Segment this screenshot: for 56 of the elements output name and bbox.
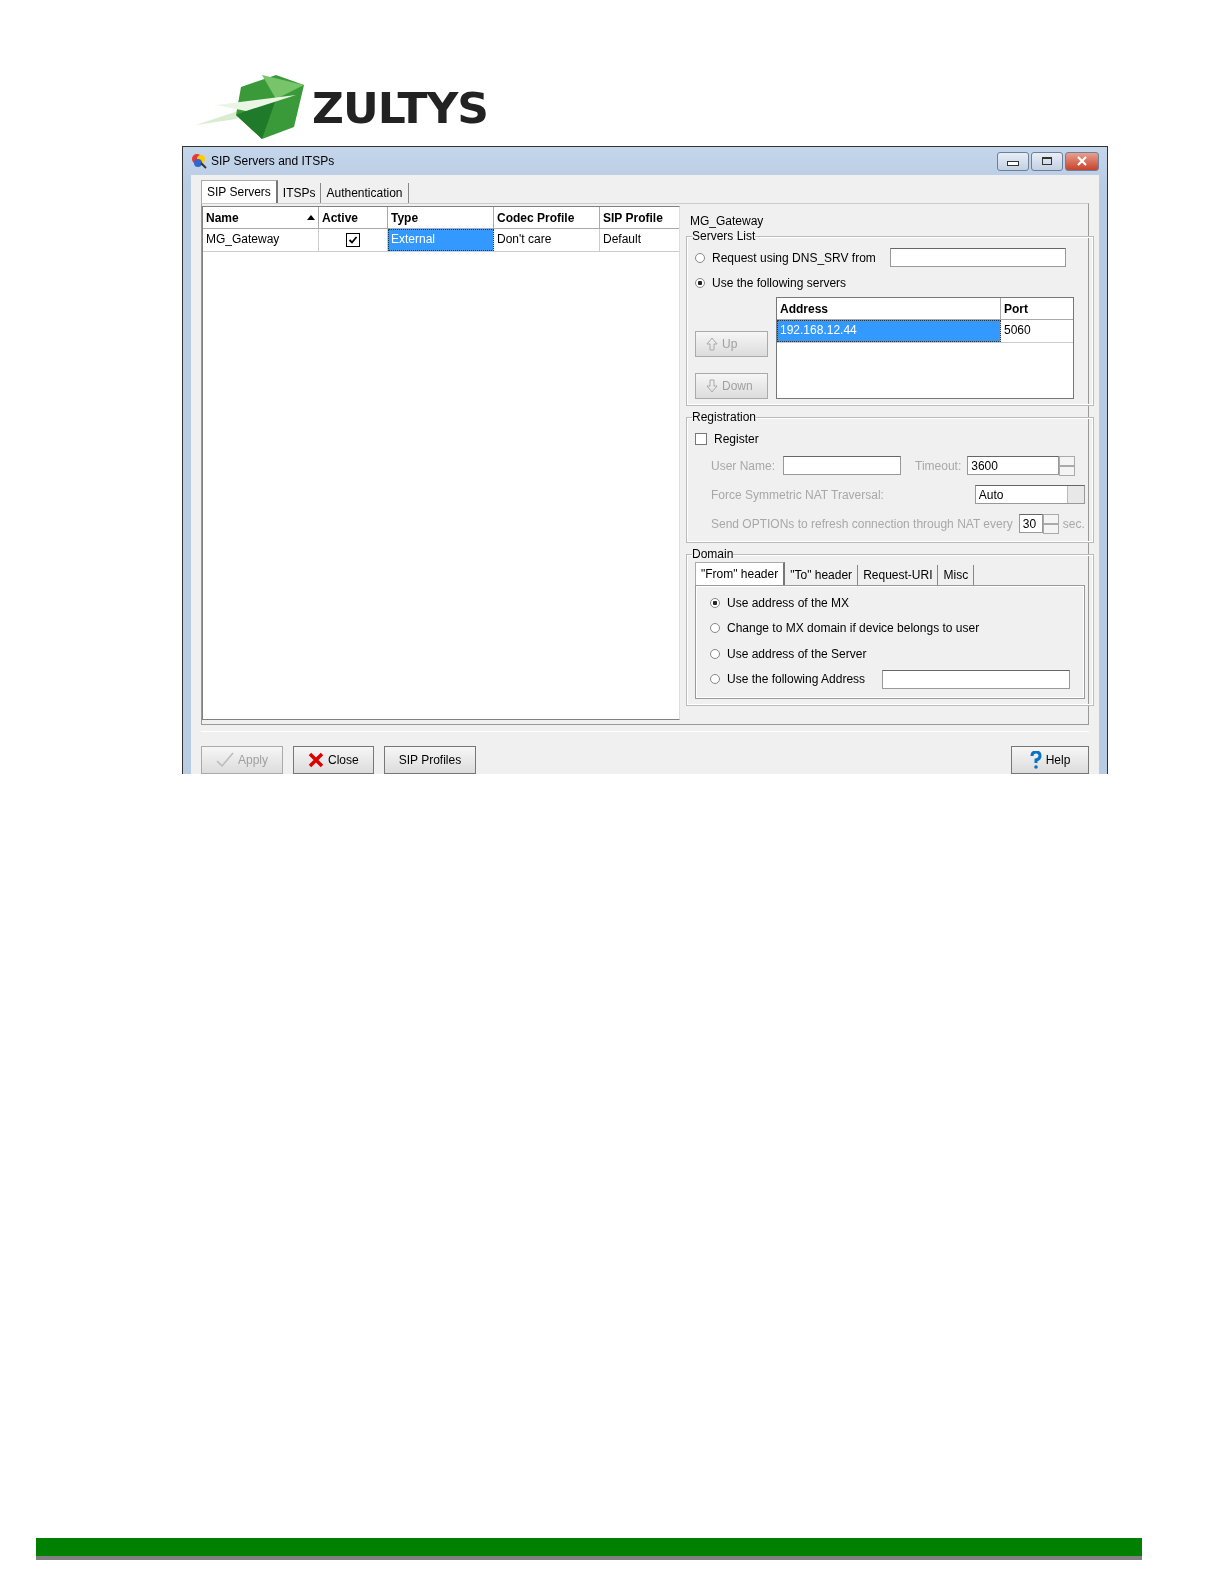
logo-mark-icon <box>196 75 306 141</box>
dns-srv-field[interactable] <box>889 248 1066 267</box>
logo-text: ZULTYS <box>312 83 488 133</box>
table-cell: MG_Gateway <box>203 229 319 251</box>
unit-label: sec. <box>1062 516 1085 531</box>
radio-button[interactable] <box>710 674 720 685</box>
down-arrow-icon <box>706 379 718 393</box>
column-header[interactable]: Active <box>319 207 388 228</box>
table-cell: Don't care <box>494 229 600 251</box>
address-field[interactable] <box>881 669 1070 689</box>
server-name: MG_Gateway <box>689 214 765 228</box>
tab[interactable]: SIP Servers <box>201 180 278 203</box>
table-cell-text: Default <box>602 231 643 248</box>
radio-button[interactable] <box>695 252 705 263</box>
column-header[interactable]: Codec Profile <box>494 207 600 228</box>
dialog-button[interactable]: SIP Profiles <box>383 746 477 774</box>
checkmark-icon <box>216 752 234 768</box>
field-label: User Name: <box>711 458 775 473</box>
radio-button[interactable] <box>710 597 720 608</box>
window-title: SIP Servers and ITSPs <box>211 154 335 168</box>
radio-button[interactable] <box>710 623 720 634</box>
radio-label: Use the following servers <box>712 275 847 290</box>
group-title: Domain <box>692 547 734 561</box>
active-checkbox[interactable] <box>346 233 360 247</box>
column-header[interactable]: SIP Profile <box>600 207 679 228</box>
radio-label: Use address of the Server <box>727 646 867 661</box>
cross-icon <box>308 752 325 768</box>
field-label: Send OPTIONs to refresh connection through NAT every <box>711 516 1013 531</box>
radio-label: Change to MX domain if device belongs to user <box>727 621 980 636</box>
table-cell: 192.168.12.44 <box>777 320 1001 342</box>
close-icon <box>1077 156 1087 166</box>
radio-label: Use address of the MX <box>727 595 850 610</box>
field-label: Force Symmetric NAT Traversal: <box>711 487 884 502</box>
table-cell: External <box>388 229 494 251</box>
checkbox-label: Register <box>714 431 759 446</box>
help-button[interactable]: Help <box>1011 746 1089 774</box>
group-title: Registration <box>692 410 757 424</box>
app-icon <box>191 153 207 169</box>
radio-label: Use the following Address <box>727 672 866 687</box>
close-button[interactable] <box>1065 151 1099 171</box>
question-mark-icon <box>1029 751 1042 769</box>
maximize-button[interactable] <box>1031 151 1063 171</box>
column-header[interactable]: Type <box>388 207 494 228</box>
up-arrow-icon <box>706 337 718 351</box>
dialog-button[interactable]: Close <box>293 746 374 774</box>
radio-button[interactable] <box>695 277 705 288</box>
group-title: Servers List <box>692 229 756 243</box>
radio-label: Request using DNS_SRV from <box>712 250 876 265</box>
column-header[interactable]: Address <box>777 298 1001 319</box>
column-header[interactable]: Port <box>1001 298 1071 319</box>
tab[interactable]: "From" header <box>695 562 786 585</box>
radio-button[interactable] <box>710 648 720 659</box>
field-label: Timeout: <box>915 458 962 473</box>
column-header[interactable]: Name <box>203 207 319 228</box>
minimize-button[interactable] <box>997 151 1029 171</box>
table-cell-text: 5060 <box>1003 322 1032 339</box>
